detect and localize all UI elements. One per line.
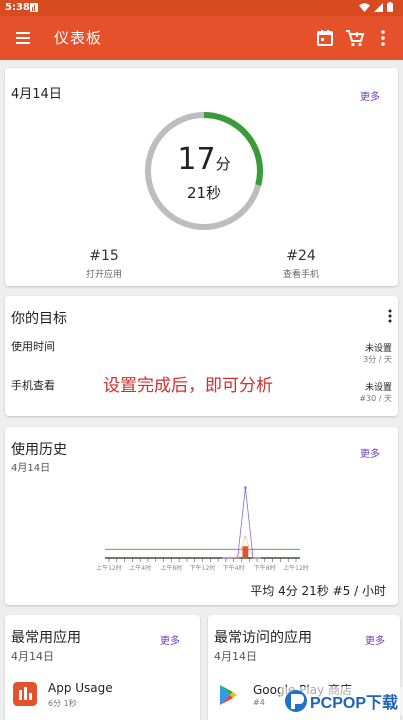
goal-phone-checks-target: #30 / 天 bbox=[359, 394, 392, 403]
goal-phone-checks-status[interactable]: 未设置 bbox=[365, 380, 392, 393]
usage-history-card[interactable]: 使用历史 4月14日 更多 上午12时 上午4时 上午8时 下午12时 下午4时 下午8时… bbox=[5, 427, 398, 605]
history-bar bbox=[242, 546, 249, 558]
app-usage-icon bbox=[13, 682, 37, 706]
goal-usage-time-label: 使用时间 bbox=[11, 340, 55, 353]
cart-icon[interactable] bbox=[344, 27, 366, 49]
watermark-logo: PCPOP下载 bbox=[280, 687, 403, 715]
history-chart: 上午12时 上午4时 上午8时 下午12时 下午4时 下午8时 上午12时 bbox=[96, 486, 309, 572]
top-visited-app-count: #4 bbox=[253, 698, 265, 707]
most-used-apps-card[interactable]: 最常用应用 更多 4月14日 App Usage 6分 1秒 bbox=[5, 615, 200, 720]
signal-icon bbox=[374, 2, 383, 12]
goals-more-icon[interactable] bbox=[388, 309, 392, 323]
goal-phone-checks-label: 手机查看 bbox=[11, 379, 55, 392]
history-point bbox=[228, 556, 232, 559]
phone-checks-count: #24 bbox=[286, 248, 316, 264]
notification-icons bbox=[30, 3, 38, 12]
apps-opened-count: #15 bbox=[89, 248, 119, 264]
usage-minutes-unit: 分 bbox=[215, 155, 231, 173]
usage-minutes-value: 17 bbox=[177, 142, 216, 177]
most-visited-more-link[interactable]: 更多 bbox=[365, 632, 385, 647]
status-time: 5:38 bbox=[5, 2, 30, 13]
goal-usage-time-target: 3分 / 天 bbox=[363, 355, 392, 364]
calendar-icon[interactable] bbox=[314, 27, 336, 49]
usage-minutes: 17分 bbox=[143, 142, 265, 177]
most-used-title: 最常用应用 bbox=[11, 630, 81, 646]
status-bar: 5:38 bbox=[0, 0, 403, 16]
goals-title: 你的目标 bbox=[11, 311, 67, 327]
today-summary-card[interactable]: 4月14日 更多 17分 21秒 #15 打开应用 #24 查看手机 bbox=[5, 68, 398, 286]
setup-hint-message: 设置完成后，即可分析 bbox=[103, 376, 273, 396]
apps-opened-label: 打开应用 bbox=[85, 270, 122, 280]
x-tick-label: 下午8时 bbox=[254, 564, 276, 572]
usage-ring: 17分 21秒 bbox=[143, 110, 265, 232]
more-vert-icon[interactable] bbox=[372, 27, 394, 49]
x-tick-label: 上午12时 bbox=[283, 564, 309, 572]
most-visited-title: 最常访问的应用 bbox=[214, 630, 312, 646]
watermark-text: PCPOP下载 bbox=[310, 694, 398, 712]
battery-icon bbox=[387, 2, 393, 12]
history-point bbox=[244, 535, 247, 539]
top-app-duration: 6分 1秒 bbox=[48, 699, 77, 708]
phone-checks-label: 查看手机 bbox=[282, 270, 319, 280]
play-store-icon bbox=[220, 685, 237, 705]
menu-icon[interactable] bbox=[14, 28, 34, 48]
most-used-date: 4月14日 bbox=[11, 650, 54, 663]
history-average: 平均 4分 21秒 #5 / 小时 bbox=[250, 584, 386, 598]
x-tick-label: 下午12时 bbox=[190, 564, 216, 572]
app-title: 仪表板 bbox=[54, 29, 103, 47]
history-point bbox=[244, 486, 247, 489]
top-app-name[interactable]: App Usage bbox=[48, 681, 113, 695]
x-tick-label: 上午12时 bbox=[96, 564, 122, 572]
notification-icon bbox=[30, 3, 38, 12]
usage-seconds: 21秒 bbox=[186, 184, 222, 202]
goal-usage-time-status[interactable]: 未设置 bbox=[365, 341, 392, 354]
today-date: 4月14日 bbox=[11, 87, 62, 102]
x-tick-label: 上午4时 bbox=[129, 564, 151, 572]
most-used-more-link[interactable]: 更多 bbox=[160, 632, 180, 647]
goals-card[interactable]: 你的目标 使用时间 未设置 3分 / 天 手机查看 未设置 #30 / 天 设置… bbox=[5, 296, 398, 416]
history-series-line bbox=[221, 535, 261, 559]
x-tick-label: 下午4时 bbox=[223, 564, 245, 572]
today-more-link[interactable]: 更多 bbox=[360, 88, 380, 103]
most-visited-date: 4月14日 bbox=[214, 650, 257, 663]
status-right-icons bbox=[359, 2, 393, 12]
x-tick-label: 上午8时 bbox=[160, 564, 182, 572]
app-bar: 仪表板 bbox=[0, 16, 403, 60]
wifi-icon bbox=[359, 2, 370, 12]
